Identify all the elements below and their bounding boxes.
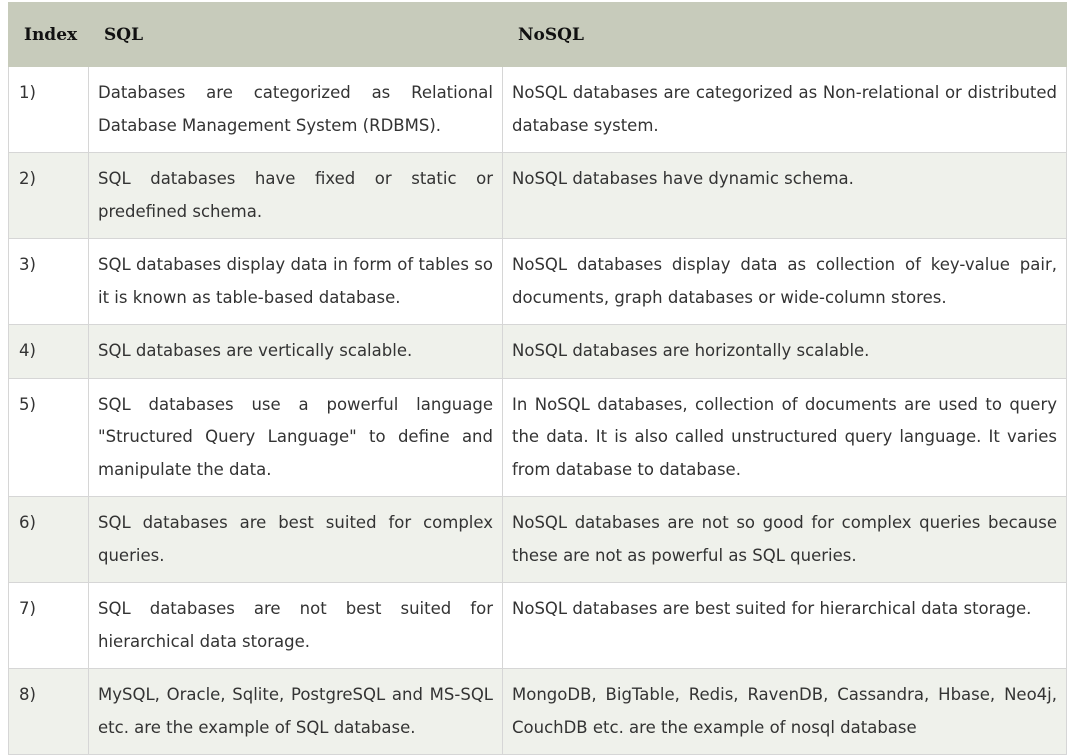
nosql-cell: NoSQL databases display data as collecti… <box>502 238 1067 325</box>
row-index: 7) <box>8 582 89 669</box>
nosql-cell: MongoDB, BigTable, Redis, RavenDB, Cassa… <box>502 668 1067 755</box>
sql-cell: SQL databases are best suited for comple… <box>88 496 503 583</box>
nosql-cell: NoSQL databases have dynamic schema. <box>502 152 1067 239</box>
table-header-row: Index SQL NoSQL <box>8 2 1067 67</box>
table-row: 4) SQL databases are vertically scalable… <box>8 324 1067 379</box>
table-row: 5) SQL databases use a powerful language… <box>8 377 1067 497</box>
nosql-cell: NoSQL databases are best suited for hier… <box>502 582 1067 669</box>
sql-cell: MySQL, Oracle, Sqlite, PostgreSQL and MS… <box>88 668 503 755</box>
table-row: 2) SQL databases have fixed or static or… <box>8 152 1067 239</box>
table-row: 6) SQL databases are best suited for com… <box>8 496 1067 583</box>
row-index: 1) <box>8 66 89 153</box>
sql-cell: SQL databases are vertically scalable. <box>88 324 503 379</box>
table-row: 3) SQL databases display data in form of… <box>8 238 1067 325</box>
nosql-cell: In NoSQL databases, collection of docume… <box>502 377 1067 497</box>
nosql-cell: NoSQL databases are categorized as Non-r… <box>502 66 1067 153</box>
sql-cell: SQL databases use a powerful language "S… <box>88 377 503 497</box>
header-nosql: NoSQL <box>502 2 1067 67</box>
nosql-cell: NoSQL databases are not so good for comp… <box>502 496 1067 583</box>
sql-cell: SQL databases are not best suited for hi… <box>88 582 503 669</box>
row-index: 8) <box>8 668 89 755</box>
nosql-cell: NoSQL databases are horizontally scalabl… <box>502 324 1067 379</box>
row-index: 3) <box>8 238 89 325</box>
row-index: 4) <box>8 324 89 379</box>
sql-cell: Databases are categorized as Relational … <box>88 66 503 153</box>
table-row: 8) MySQL, Oracle, Sqlite, PostgreSQL and… <box>8 668 1067 755</box>
row-index: 2) <box>8 152 89 239</box>
sql-vs-nosql-table: Index SQL NoSQL 1) Databases are categor… <box>8 2 1067 755</box>
table-row: 1) Databases are categorized as Relation… <box>8 66 1067 153</box>
sql-cell: SQL databases have fixed or static or pr… <box>88 152 503 239</box>
row-index: 5) <box>8 377 89 497</box>
row-index: 6) <box>8 496 89 583</box>
header-index: Index <box>8 2 89 67</box>
table-row: 7) SQL databases are not best suited for… <box>8 582 1067 669</box>
sql-cell: SQL databases display data in form of ta… <box>88 238 503 325</box>
header-sql: SQL <box>88 2 503 67</box>
comparison-table-container: Index SQL NoSQL 1) Databases are categor… <box>8 2 1067 755</box>
